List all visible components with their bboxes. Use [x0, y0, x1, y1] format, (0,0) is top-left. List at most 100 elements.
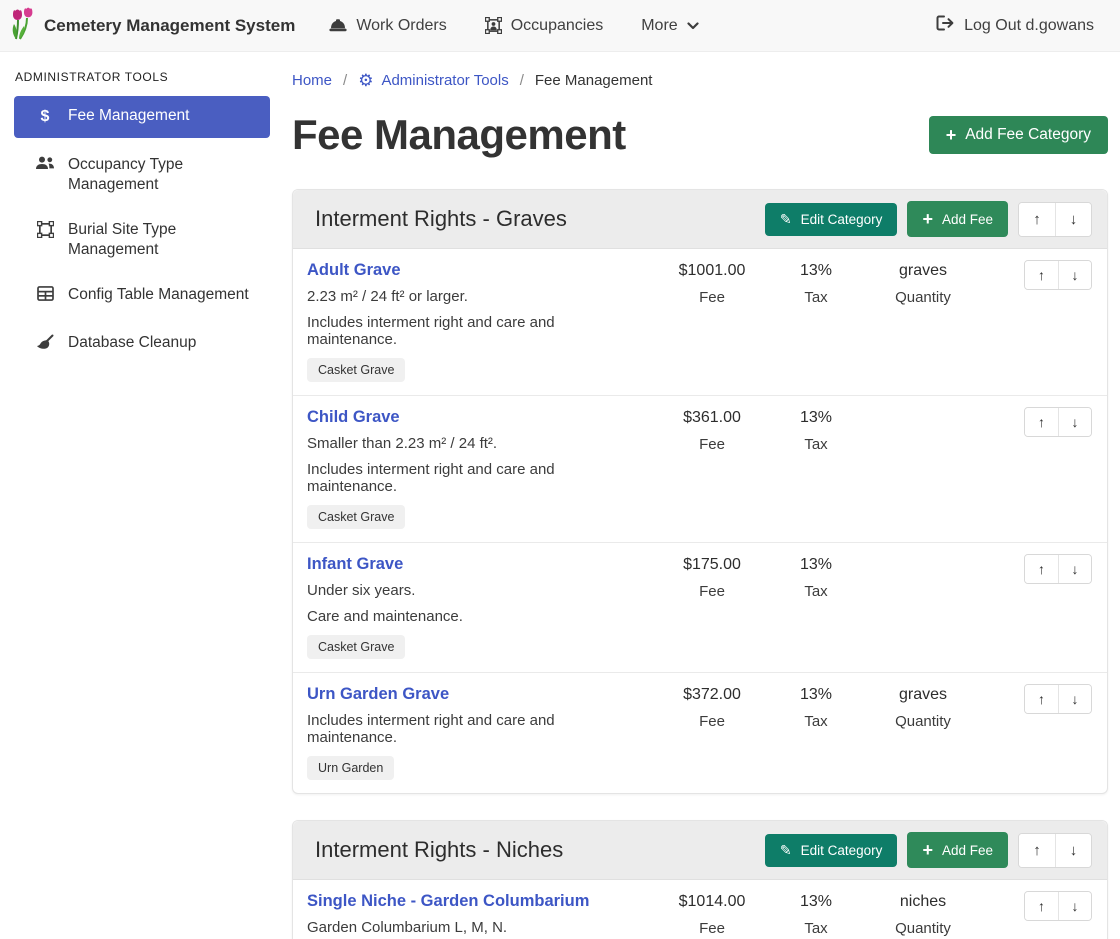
top-navbar: Cemetery Management System Work Orders — [0, 0, 1120, 52]
sidebar-item-label: Fee Management — [68, 106, 190, 126]
hard-hat-icon — [329, 18, 347, 33]
move-fee-up-button[interactable]: ↑ — [1025, 408, 1058, 436]
breadcrumb-current: Fee Management — [535, 72, 653, 89]
sidebar-item-occupancy-type[interactable]: Occupancy Type Management — [14, 147, 270, 203]
move-fee-up-button[interactable]: ↑ — [1025, 685, 1058, 713]
fee-tax-col: 13% Tax — [768, 891, 864, 937]
breadcrumb-home-link[interactable]: Home — [292, 72, 332, 89]
edit-category-button[interactable]: ✎ Edit Category — [765, 834, 898, 867]
fee-amount-label: Fee — [656, 713, 768, 730]
nav-occupancies-label: Occupancies — [511, 17, 604, 35]
plus-icon: + — [922, 841, 933, 859]
sidebar-item-config-table[interactable]: Config Table Management — [14, 277, 270, 315]
fee-description-2: Includes interment right and care and ma… — [307, 461, 648, 495]
fee-quantity-col: graves Quantity — [864, 684, 982, 730]
pencil-icon: ✎ — [780, 212, 792, 226]
fee-amount-label: Fee — [656, 289, 768, 306]
app-brand[interactable]: Cemetery Management System — [10, 7, 295, 45]
category-reorder-group: ↑ ↓ — [1018, 202, 1092, 237]
fee-category-card: Interment Rights - Graves ✎ Edit Categor… — [292, 189, 1108, 794]
fee-tax-label: Tax — [768, 713, 864, 730]
table-icon — [35, 285, 55, 307]
gear-icon: ⚙ — [358, 72, 373, 89]
fee-tax-label: Tax — [768, 436, 864, 453]
fee-row: Adult Grave 2.23 m² / 24 ft² or larger. … — [293, 249, 1107, 395]
add-fee-button[interactable]: + Add Fee — [907, 832, 1008, 868]
move-fee-up-button[interactable]: ↑ — [1025, 261, 1058, 289]
fee-description-1: 2.23 m² / 24 ft² or larger. — [307, 288, 648, 305]
fee-name[interactable]: Adult Grave — [307, 261, 401, 280]
move-category-up-button[interactable]: ↑ — [1019, 834, 1055, 867]
fee-tax-col: 13% Tax — [768, 407, 864, 453]
nav-work-orders[interactable]: Work Orders — [329, 17, 446, 35]
fee-amount-label: Fee — [656, 436, 768, 453]
move-category-down-button[interactable]: ↓ — [1055, 834, 1091, 867]
category-reorder-group: ↑ ↓ — [1018, 833, 1092, 868]
dollar-icon: $ — [35, 106, 55, 128]
fee-reorder-group: ↑ ↓ — [1024, 407, 1092, 437]
sidebar-item-database-cleanup[interactable]: Database Cleanup — [14, 325, 270, 364]
fee-description-1: Includes interment right and care and ma… — [307, 712, 648, 746]
sidebar-item-label: Occupancy Type Management — [68, 155, 260, 195]
category-title: Interment Rights - Graves — [315, 206, 567, 232]
sign-out-icon — [936, 15, 954, 36]
pencil-icon: ✎ — [780, 843, 792, 857]
fee-tax: 13% — [768, 262, 864, 280]
move-category-down-button[interactable]: ↓ — [1055, 203, 1091, 236]
vector-square-icon — [35, 220, 55, 244]
move-fee-down-button[interactable]: ↓ — [1058, 555, 1091, 583]
move-fee-down-button[interactable]: ↓ — [1058, 892, 1091, 920]
fee-amount-label: Fee — [656, 920, 768, 937]
fee-amount: $372.00 — [656, 686, 768, 704]
fee-name[interactable]: Single Niche - Garden Columbarium — [307, 892, 589, 911]
edit-category-button[interactable]: ✎ Edit Category — [765, 203, 898, 236]
fee-name[interactable]: Child Grave — [307, 408, 400, 427]
breadcrumb: Home / ⚙ Administrator Tools / Fee Manag… — [292, 72, 1108, 89]
fee-row: Urn Garden Grave Includes interment righ… — [293, 672, 1107, 793]
fee-description-2: Includes interment right and care and ma… — [307, 314, 648, 348]
move-fee-down-button[interactable]: ↓ — [1058, 408, 1091, 436]
fee-quantity: graves — [864, 686, 982, 704]
fee-amount: $361.00 — [656, 409, 768, 427]
fee-reorder-group: ↑ ↓ — [1024, 260, 1092, 290]
fee-name[interactable]: Urn Garden Grave — [307, 685, 449, 704]
fee-badge: Casket Grave — [307, 635, 405, 659]
fee-row: Infant Grave Under six years. Care and m… — [293, 542, 1107, 672]
fee-reorder-group: ↑ ↓ — [1024, 684, 1092, 714]
fee-reorder-group: ↑ ↓ — [1024, 554, 1092, 584]
fee-tax-col: 13% Tax — [768, 260, 864, 306]
fee-badge: Casket Grave — [307, 505, 405, 529]
chevron-down-icon — [687, 22, 699, 30]
move-fee-down-button[interactable]: ↓ — [1058, 685, 1091, 713]
nav-occupancies[interactable]: Occupancies — [485, 17, 604, 35]
fee-tax-col: 13% Tax — [768, 554, 864, 600]
fee-tax-label: Tax — [768, 289, 864, 306]
fee-amount: $175.00 — [656, 556, 768, 574]
sidebar-item-fee-management[interactable]: $ Fee Management — [14, 96, 270, 138]
move-category-up-button[interactable]: ↑ — [1019, 203, 1055, 236]
person-frame-icon — [485, 17, 502, 34]
move-fee-up-button[interactable]: ↑ — [1025, 555, 1058, 583]
fee-name[interactable]: Infant Grave — [307, 555, 403, 574]
fee-tax: 13% — [768, 409, 864, 427]
move-fee-down-button[interactable]: ↓ — [1058, 261, 1091, 289]
breadcrumb-separator: / — [343, 72, 347, 89]
broom-icon — [35, 333, 55, 356]
fee-description-2: Care and maintenance. — [307, 608, 648, 625]
add-fee-category-button[interactable]: + Add Fee Category — [929, 116, 1108, 154]
sidebar-item-burial-site-type[interactable]: Burial Site Type Management — [14, 212, 270, 268]
logout-button[interactable]: Log Out d.gowans — [936, 15, 1094, 36]
fee-amount: $1001.00 — [656, 262, 768, 280]
fee-tax: 13% — [768, 893, 864, 911]
plus-icon: + — [922, 210, 933, 228]
users-icon — [35, 155, 55, 176]
nav-more[interactable]: More — [641, 17, 698, 35]
nav-more-label: More — [641, 17, 677, 35]
breadcrumb-admin-tools-link[interactable]: ⚙ Administrator Tools — [358, 72, 509, 89]
category-list: Interment Rights - Graves ✎ Edit Categor… — [292, 189, 1108, 939]
fee-amount: $1014.00 — [656, 893, 768, 911]
move-fee-up-button[interactable]: ↑ — [1025, 892, 1058, 920]
sidebar-item-label: Config Table Management — [68, 285, 249, 305]
fee-reorder-group: ↑ ↓ — [1024, 891, 1092, 921]
add-fee-button[interactable]: + Add Fee — [907, 201, 1008, 237]
